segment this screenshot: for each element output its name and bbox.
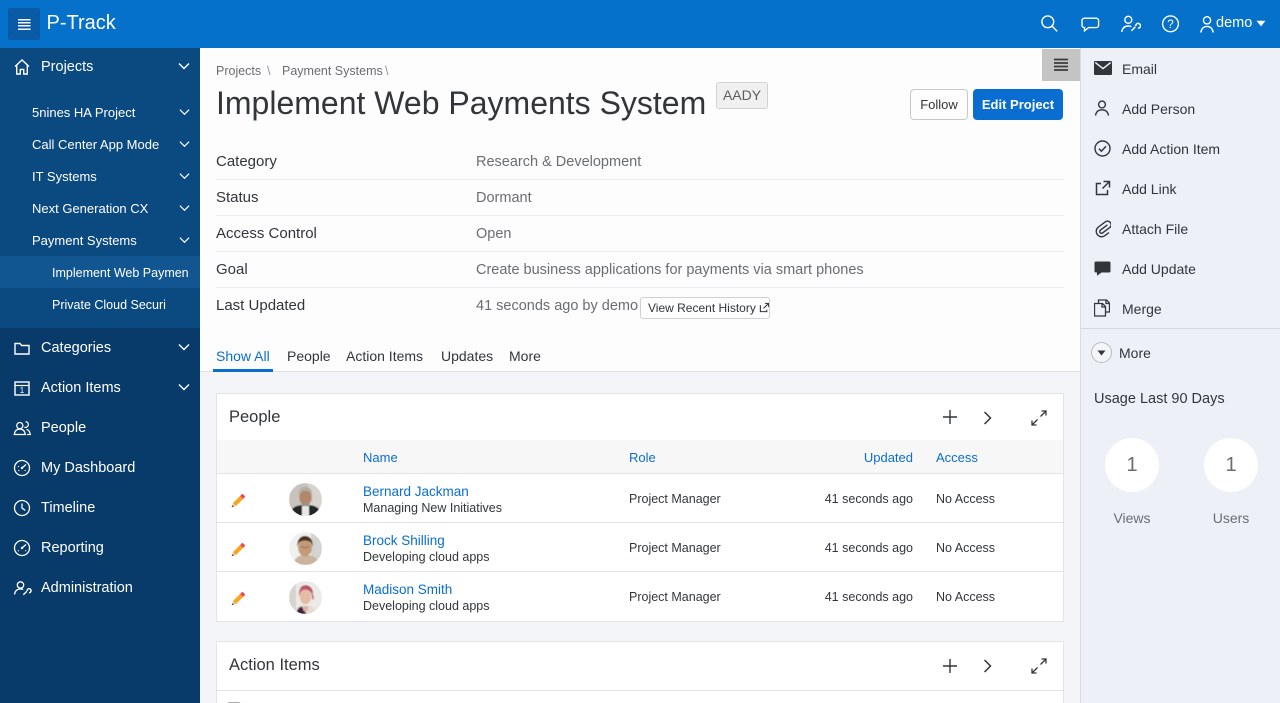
svg-text:1: 1 (20, 386, 25, 395)
svg-text:?: ? (1167, 19, 1173, 31)
